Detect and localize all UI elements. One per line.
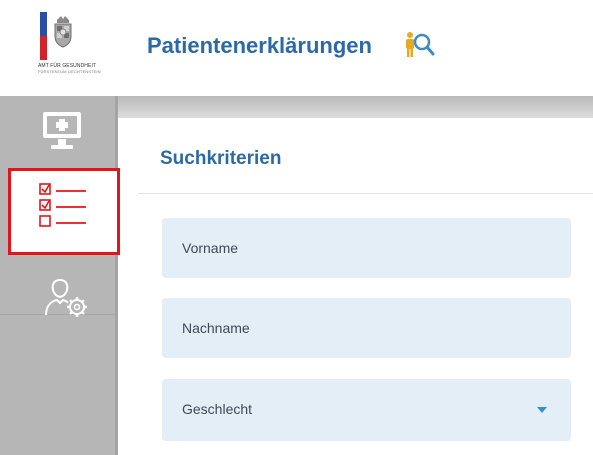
- agency-logo[interactable]: AMT FÜR GESUNDHEIT FÜRSTENTUM LIECHTENST…: [30, 8, 130, 78]
- sidebar: [0, 96, 118, 455]
- last-name-label: Nachname: [182, 320, 250, 336]
- section-title: Suchkriterien: [160, 148, 282, 169]
- logo-text-country: FÜRSTENTUM LIECHTENSTEIN: [38, 69, 101, 74]
- app-title: Patientenerklärungen: [147, 33, 372, 58]
- top-shadow-bar: [118, 96, 593, 118]
- last-name-field[interactable]: Nachname: [162, 298, 571, 358]
- sidebar-item-user-settings[interactable]: [0, 251, 115, 317]
- sidebar-item-declarations[interactable]: [8, 168, 120, 255]
- patient-search-icon: [406, 32, 435, 57]
- gender-label: Geschlecht: [182, 401, 253, 417]
- user-settings-icon: [45, 278, 87, 317]
- gender-select[interactable]: Geschlecht: [162, 379, 571, 441]
- monitor-plus-icon: [43, 112, 81, 149]
- flag-mark: [40, 12, 47, 60]
- sidebar-item-new[interactable]: [0, 96, 115, 158]
- app-header: AMT FÜR GESUNDHEIT FÜRSTENTUM LIECHTENST…: [0, 0, 593, 96]
- chevron-down-icon[interactable]: [537, 407, 547, 413]
- search-panel: Suchkriterien Vorname Nachname Geschlech…: [138, 118, 593, 455]
- checklist-icon: [39, 183, 86, 227]
- section-divider: [138, 193, 593, 194]
- first-name-label: Vorname: [182, 240, 239, 256]
- sidebar-edge: [115, 96, 118, 455]
- first-name-field[interactable]: Vorname: [162, 218, 571, 278]
- coat-of-arms-icon: [54, 16, 72, 48]
